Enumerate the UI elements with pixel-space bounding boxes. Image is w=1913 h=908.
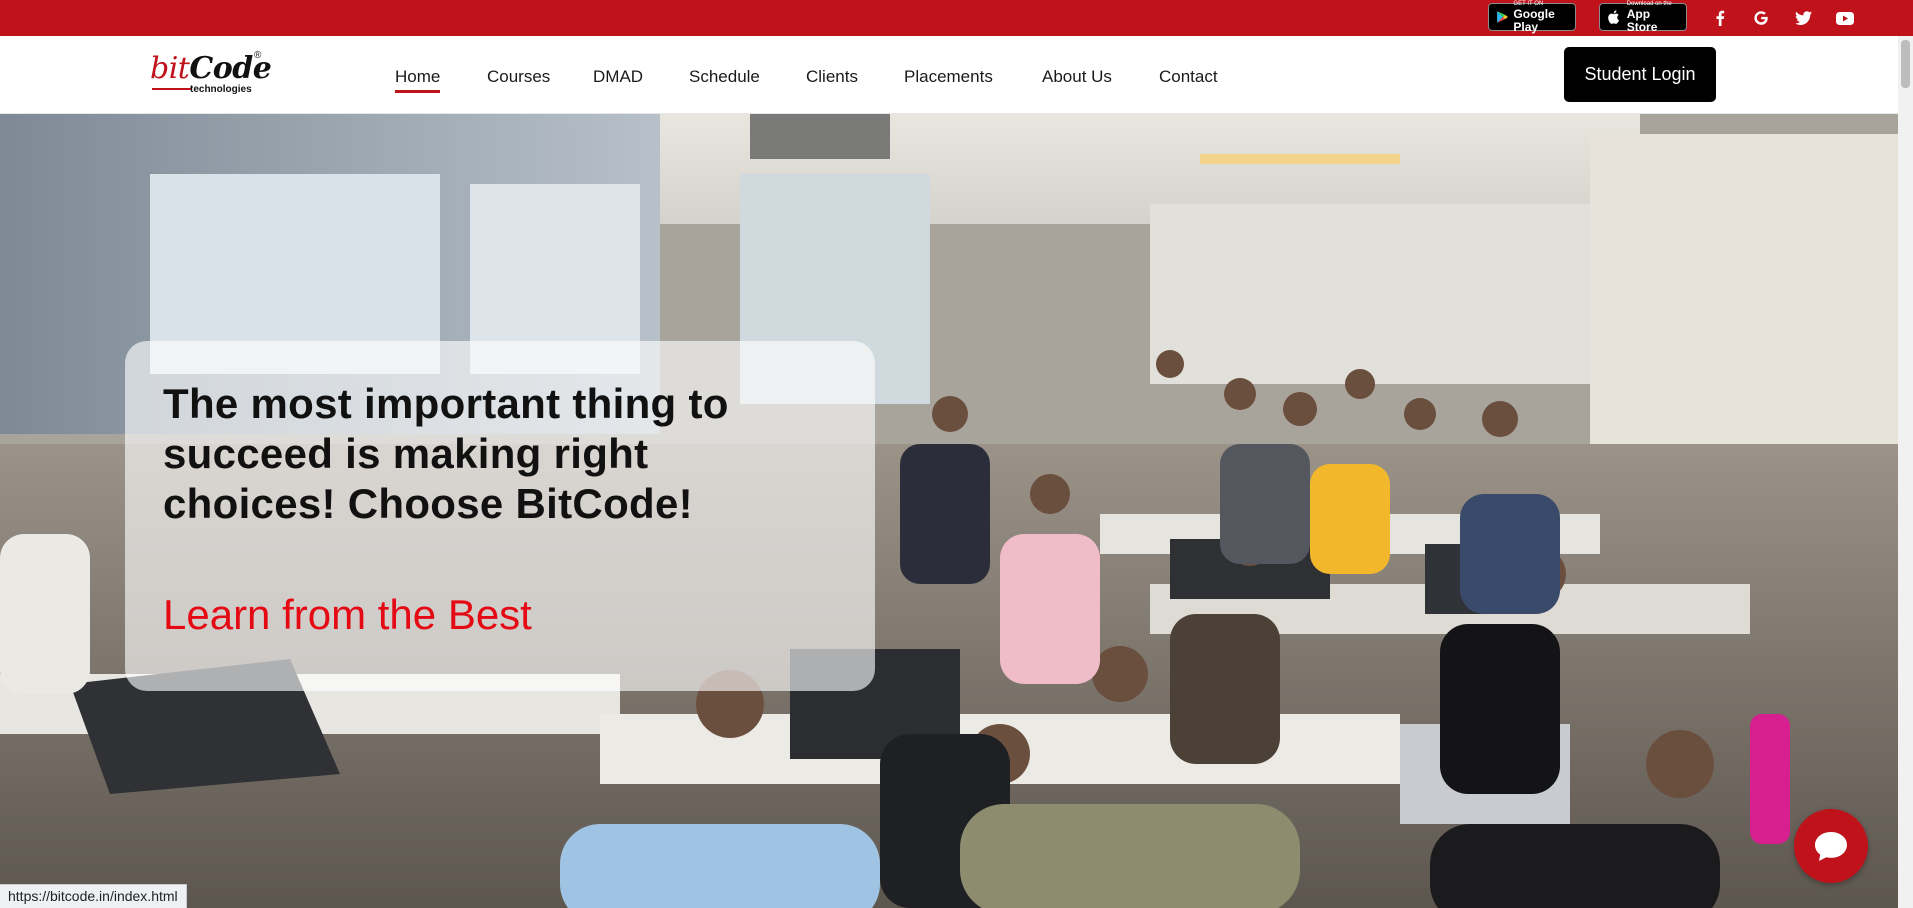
google-play-icon (1497, 11, 1508, 23)
app-store-badge[interactable]: Download on the App Store (1599, 1, 1687, 34)
nav-dmad[interactable]: DMAD (593, 67, 643, 87)
logo-subtitle: technologies (190, 84, 252, 95)
nav-schedule[interactable]: Schedule (689, 67, 760, 87)
student-login-button[interactable]: Student Login (1564, 47, 1716, 102)
nav-home[interactable]: Home (395, 67, 441, 93)
scrollbar-thumb[interactable] (1901, 40, 1910, 88)
google-play-badge[interactable]: GET IT ON Google Play (1488, 1, 1576, 34)
site-header: bitCode ® technologies Home Courses DMAD… (0, 36, 1913, 114)
youtube-icon[interactable] (1834, 7, 1856, 29)
top-bar: GET IT ON Google Play Download on the Ap… (0, 0, 1913, 36)
logo-registered-mark: ® (254, 50, 262, 61)
hero-subheading: Learn from the Best (163, 591, 532, 638)
facebook-icon[interactable] (1709, 7, 1731, 29)
twitter-icon[interactable] (1792, 7, 1814, 29)
hero-section: The most important thing to succeed is m… (0, 114, 1913, 908)
apple-icon (1608, 10, 1619, 24)
chat-button[interactable] (1794, 809, 1868, 883)
nav-clients[interactable]: Clients (806, 67, 858, 87)
hero-heading: The most important thing to succeed is m… (163, 380, 729, 527)
logo-underline (152, 88, 192, 90)
nav-courses[interactable]: Courses (487, 67, 550, 87)
page-scrollbar[interactable] (1898, 36, 1913, 908)
hero-card: The most important thing to succeed is m… (125, 341, 875, 691)
nav-placements[interactable]: Placements (904, 67, 993, 87)
bitcode-logo[interactable]: bitCode ® technologies (150, 50, 272, 100)
status-bar-url: https://bitcode.in/index.html (0, 884, 187, 908)
nav-contact[interactable]: Contact (1159, 67, 1218, 87)
google-icon[interactable] (1750, 7, 1772, 29)
logo-wordmark: bitCode (150, 51, 272, 86)
logo-bit-text: bit (150, 51, 190, 86)
google-play-big-text: Google Play (1513, 6, 1555, 34)
app-store-big-text: App Store (1626, 6, 1658, 34)
chat-bubble-icon (1815, 832, 1847, 861)
nav-about-us[interactable]: About Us (1042, 67, 1112, 87)
